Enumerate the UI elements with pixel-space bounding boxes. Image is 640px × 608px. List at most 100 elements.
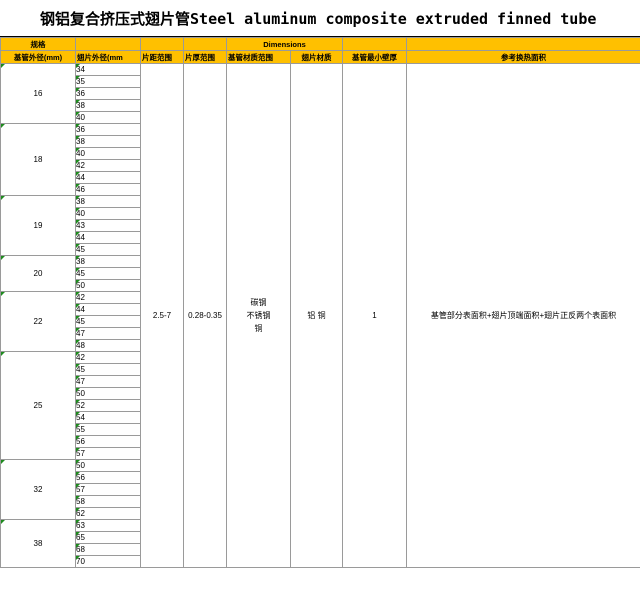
spreadsheet: 钢铝复合挤压式翅片管Steel aluminum composite extru…: [0, 0, 640, 608]
fin-od-cell[interactable]: 40: [75, 147, 141, 160]
fin-od-cell[interactable]: 47: [75, 375, 141, 388]
fin-od-cell[interactable]: 70: [75, 555, 141, 568]
fin-od-cell[interactable]: 38: [75, 195, 141, 208]
header-dimensions[interactable]: Dimensions: [225, 37, 344, 51]
header-blank[interactable]: [342, 37, 408, 51]
fin-od-cell[interactable]: 46: [75, 183, 141, 196]
fin-od-cell[interactable]: 52: [75, 399, 141, 412]
fin-od-cell[interactable]: 56: [75, 471, 141, 484]
base-material-line: 碳钢: [250, 298, 267, 307]
header-blank[interactable]: [406, 37, 640, 51]
fin-od-cell[interactable]: 40: [75, 207, 141, 220]
comment-marker-icon: [1, 64, 5, 68]
base-od-cell[interactable]: 38: [0, 519, 76, 568]
fin-od-cell[interactable]: 50: [75, 387, 141, 400]
fin-od-cell[interactable]: 47: [75, 327, 141, 340]
fin-od-cell[interactable]: 55: [75, 423, 141, 436]
base-od-cell[interactable]: 19: [0, 195, 76, 256]
fin-od-cell[interactable]: 54: [75, 411, 141, 424]
fin-od-cell[interactable]: 38: [75, 135, 141, 148]
fin-od-cell[interactable]: 50: [75, 279, 141, 292]
fin-pitch-cell[interactable]: 2.5-7: [140, 63, 184, 568]
comment-marker-icon: [76, 304, 80, 308]
fin-od-cell[interactable]: 57: [75, 483, 141, 496]
fin-od-cell[interactable]: 44: [75, 303, 141, 316]
fin-thickness-cell[interactable]: 0.28-0.35: [183, 63, 227, 568]
fin-od-cell[interactable]: 56: [75, 435, 141, 448]
base-od-value: 20: [33, 269, 43, 278]
comment-marker-icon: [76, 328, 80, 332]
comment-marker-icon: [76, 136, 80, 140]
header-surface-area[interactable]: 参考换热面积: [406, 50, 640, 64]
comment-marker-icon: [76, 448, 80, 452]
fin-od-cell[interactable]: 36: [75, 123, 141, 136]
comment-marker-icon: [76, 64, 80, 68]
fin-od-cell[interactable]: 65: [75, 531, 141, 544]
fin-od-cell[interactable]: 38: [75, 99, 141, 112]
fin-od-cell[interactable]: 63: [75, 519, 141, 532]
fin-od-cell[interactable]: 45: [75, 363, 141, 376]
fin-od-cell[interactable]: 44: [75, 231, 141, 244]
surface-area-cell[interactable]: 基管部分表面积+翅片顶端面积+翅片正反两个表面积: [406, 63, 640, 568]
header-base-material[interactable]: 基管材质范围: [226, 50, 291, 64]
base-material-cell[interactable]: 碳钢 不锈钢铜: [226, 63, 291, 568]
fin-od-cell[interactable]: 45: [75, 243, 141, 256]
sheet-title: 钢铝复合挤压式翅片管Steel aluminum composite extru…: [0, 0, 640, 37]
fin-od-cell[interactable]: 42: [75, 159, 141, 172]
base-od-value: 25: [33, 401, 43, 410]
fin-od-cell[interactable]: 50: [75, 459, 141, 472]
comment-marker-icon: [76, 436, 80, 440]
comment-marker-icon: [76, 256, 80, 260]
comment-marker-icon: [1, 460, 5, 464]
fin-od-cell[interactable]: 45: [75, 267, 141, 280]
header-blank[interactable]: [75, 37, 141, 51]
comment-marker-icon: [76, 532, 80, 536]
comment-marker-icon: [76, 148, 80, 152]
comment-marker-icon: [76, 484, 80, 488]
header-spec[interactable]: 规格: [0, 37, 76, 51]
comment-marker-icon: [76, 424, 80, 428]
fin-od-cell[interactable]: 57: [75, 447, 141, 460]
fin-od-cell[interactable]: 62: [75, 507, 141, 520]
fin-od-cell[interactable]: 34: [75, 63, 141, 76]
min-wall-cell[interactable]: 1: [342, 63, 408, 568]
fin-od-cell[interactable]: 38: [75, 255, 141, 268]
fin-material-cell[interactable]: 铝 铜: [289, 63, 344, 568]
base-od-cell[interactable]: 25: [0, 351, 76, 460]
header-blank[interactable]: [140, 37, 184, 51]
comment-marker-icon: [76, 196, 80, 200]
header-base-od[interactable]: 基管外径(mm): [0, 50, 76, 64]
comment-marker-icon: [76, 208, 80, 212]
fin-od-cell[interactable]: 42: [75, 291, 141, 304]
base-od-cell[interactable]: 16: [0, 63, 76, 124]
comment-marker-icon: [76, 160, 80, 164]
comment-marker-icon: [76, 364, 80, 368]
fin-od-cell[interactable]: 35: [75, 75, 141, 88]
fin-od-cell[interactable]: 40: [75, 111, 141, 124]
comment-marker-icon: [76, 292, 80, 296]
comment-marker-icon: [76, 124, 80, 128]
comment-marker-icon: [76, 340, 80, 344]
comment-marker-icon: [76, 316, 80, 320]
table-row: 16 34 2.5-7 0.28-0.35 碳钢 不锈钢铜铝 铜 1 基管部分表面积+翅片顶端…: [0, 63, 640, 568]
header-blank[interactable]: [183, 37, 227, 51]
fin-od-cell[interactable]: 68: [75, 543, 141, 556]
fin-od-cell[interactable]: 44: [75, 171, 141, 184]
fin-od-cell[interactable]: 42: [75, 351, 141, 364]
header-min-wall[interactable]: 基管最小壁厚: [342, 50, 408, 64]
comment-marker-icon: [76, 376, 80, 380]
fin-od-cell[interactable]: 36: [75, 87, 141, 100]
base-od-cell[interactable]: 18: [0, 123, 76, 196]
header-fin-material[interactable]: 翅片材质: [289, 50, 344, 64]
fin-od-cell[interactable]: 48: [75, 339, 141, 352]
header-fin-od[interactable]: 翅片外径(mm: [75, 50, 141, 64]
fin-od-cell[interactable]: 58: [75, 495, 141, 508]
base-od-cell[interactable]: 20: [0, 255, 76, 292]
fin-od-cell[interactable]: 43: [75, 219, 141, 232]
comment-marker-icon: [76, 556, 80, 560]
base-od-cell[interactable]: 22: [0, 291, 76, 352]
header-fin-pitch[interactable]: 片距范围: [140, 50, 184, 64]
base-od-cell[interactable]: 32: [0, 459, 76, 520]
fin-od-cell[interactable]: 45: [75, 315, 141, 328]
header-fin-thickness[interactable]: 片厚范围: [183, 50, 227, 64]
